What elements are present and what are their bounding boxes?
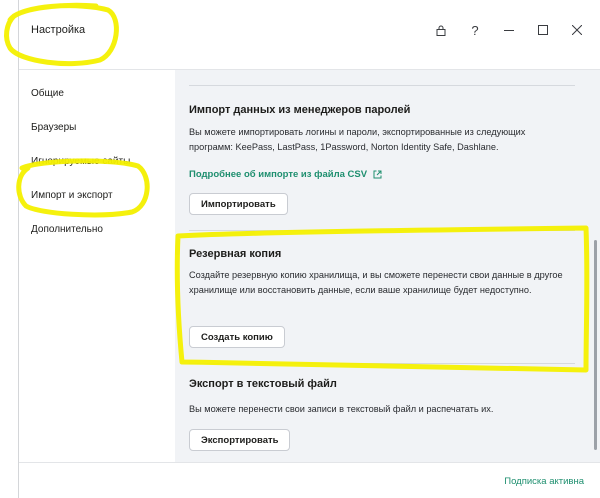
sidebar-item-general[interactable]: Общие	[31, 88, 64, 99]
divider	[189, 85, 575, 86]
main-content: Импорт данных из менеджеров паролей Вы м…	[175, 70, 600, 462]
import-section-text: Вы можете импортировать логины и пароли,…	[189, 127, 526, 152]
minimize-icon[interactable]	[492, 18, 526, 42]
window-title: Настройка	[31, 24, 86, 36]
window-controls: ?	[424, 18, 594, 42]
lock-icon[interactable]	[424, 18, 458, 42]
title-bar: Настройка ?	[19, 0, 600, 70]
import-button[interactable]: Импортировать	[189, 193, 288, 215]
subscription-status-link[interactable]: Подписка активна	[504, 476, 584, 487]
help-button[interactable]: ?	[458, 18, 492, 42]
import-section-title: Импорт данных из менеджеров паролей	[189, 104, 411, 116]
export-section-text: Вы можете перенести свои записи в тексто…	[189, 404, 494, 414]
sidebar-item-advanced[interactable]: Дополнительно	[31, 224, 103, 235]
sidebar-item-import-export[interactable]: Импорт и экспорт	[31, 190, 113, 201]
scrollbar[interactable]	[594, 240, 597, 450]
export-button[interactable]: Экспортировать	[189, 429, 291, 451]
maximize-icon[interactable]	[526, 18, 560, 42]
sidebar: Общие Браузеры Игнорируемые сайты Импорт…	[19, 70, 175, 462]
close-icon[interactable]	[560, 18, 594, 42]
external-link-icon	[373, 170, 382, 179]
sidebar-item-ignored-sites[interactable]: Игнорируемые сайты	[31, 156, 130, 167]
footer: Подписка активна	[19, 462, 600, 498]
import-csv-link[interactable]: Подробнее об импорте из файла CSV	[189, 169, 382, 180]
divider	[189, 230, 575, 231]
backup-section-text: Создайте резервную копию хранилища, и вы…	[189, 270, 563, 295]
create-backup-button[interactable]: Создать копию	[189, 326, 285, 348]
backup-section-title: Резервная копия	[189, 248, 282, 260]
import-csv-link-label: Подробнее об импорте из файла CSV	[189, 169, 368, 180]
settings-window: Настройка ? Общие Браузеры Игнорируемые …	[18, 0, 600, 498]
sidebar-item-browsers[interactable]: Браузеры	[31, 122, 76, 133]
divider	[189, 363, 575, 364]
export-section-title: Экспорт в текстовый файл	[189, 378, 337, 390]
